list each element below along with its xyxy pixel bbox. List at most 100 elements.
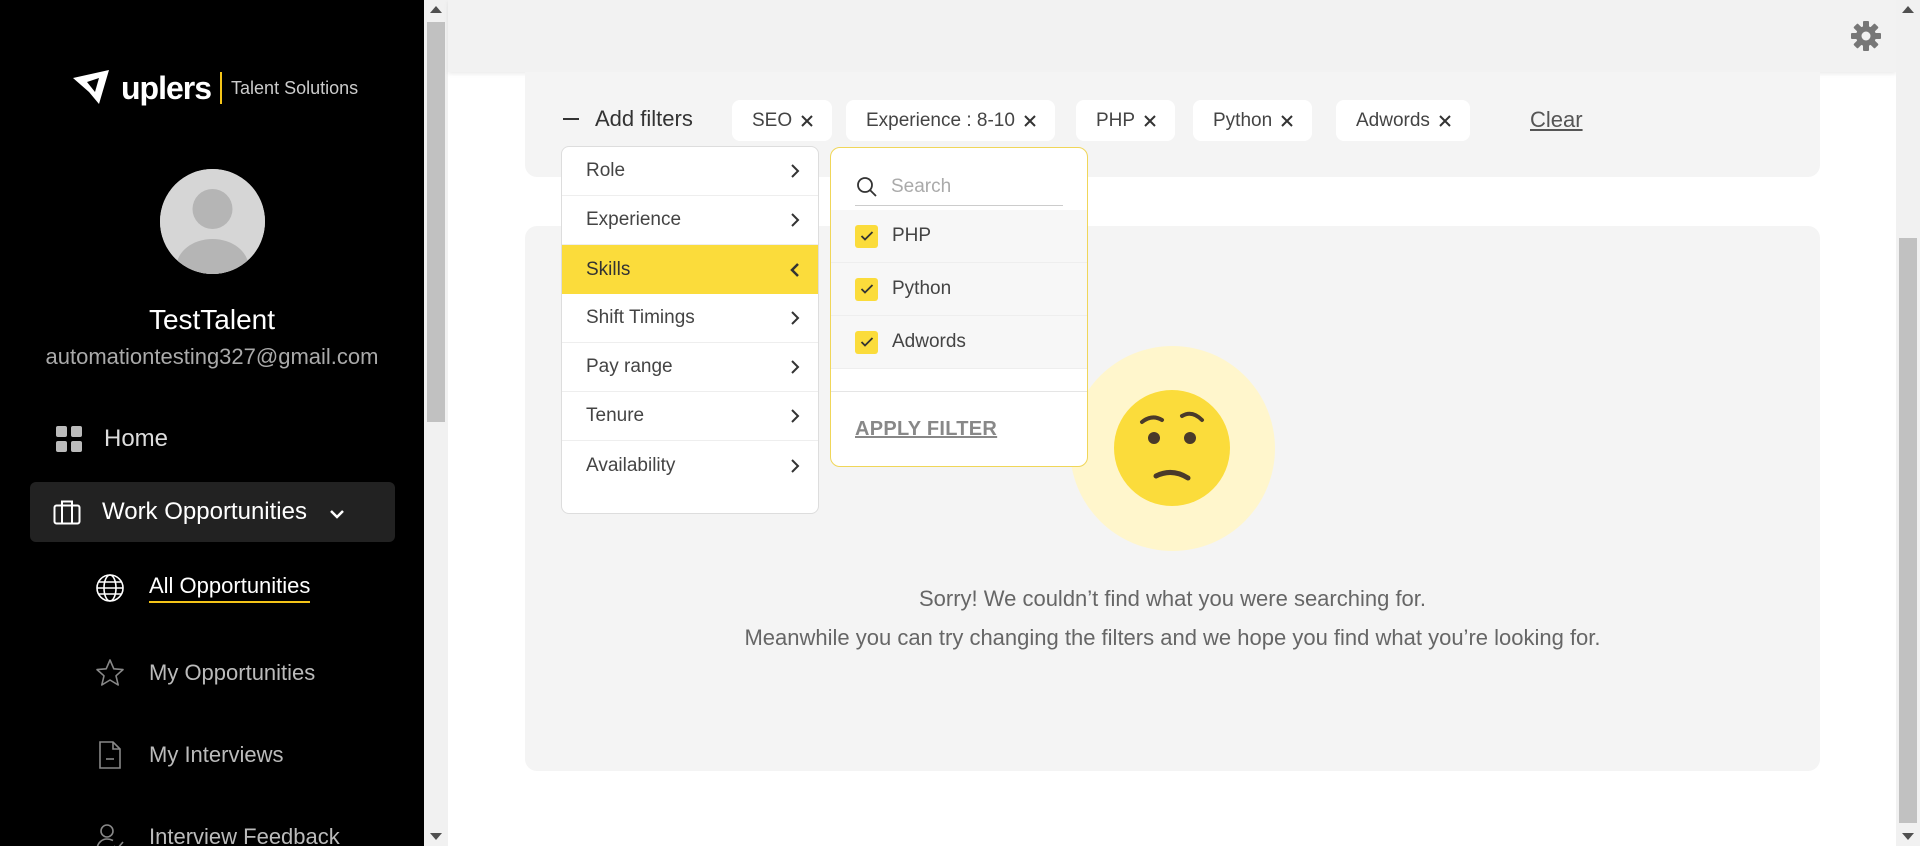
chip-label: PHP [1096, 109, 1136, 131]
globe-icon [95, 573, 125, 603]
nav-interview-feedback-label: Interview Feedback [149, 824, 340, 846]
nav-all-opportunities[interactable]: All Opportunities [95, 568, 311, 608]
nav-work-label: Work Opportunities [102, 498, 307, 525]
category-item-pay-range[interactable]: Pay range [562, 343, 818, 392]
user-check-icon [95, 822, 125, 846]
scroll-down-arrow-icon[interactable] [1902, 833, 1914, 840]
checkbox-checked[interactable] [855, 277, 878, 301]
category-label: Availability [586, 454, 676, 476]
filter-chip-python[interactable]: Python [1193, 100, 1313, 141]
category-label: Role [586, 160, 626, 181]
skill-option-adwords[interactable]: Adwords [831, 316, 1087, 369]
category-label: Tenure [586, 405, 645, 426]
chip-label: SEO [752, 109, 793, 131]
chevron-right-icon [791, 213, 800, 227]
category-item-role[interactable]: Role [562, 147, 818, 196]
nav-work-opportunities[interactable]: Work Opportunities [30, 482, 395, 542]
nav-my-opportunities-label: My Opportunities [149, 660, 316, 685]
gear-icon[interactable] [1850, 20, 1882, 52]
confused-face-icon [1114, 390, 1230, 506]
user-email: automationtesting327@gmail.com [45, 344, 379, 369]
chip-label: Experience : 8-10 [866, 109, 1015, 131]
nav-home-label: Home [104, 425, 169, 452]
sidebar: uplers Talent Solutions TestTalent autom… [0, 0, 424, 846]
logo-divider [220, 72, 223, 104]
nav-my-interviews[interactable]: My Interviews [95, 735, 283, 775]
brand-tagline: Talent Solutions [231, 77, 359, 98]
skill-option-label: PHP [892, 225, 932, 246]
category-label: Shift Timings [586, 307, 695, 328]
filter-chip-adwords[interactable]: Adwords [1336, 100, 1470, 141]
skill-option-python[interactable]: Python [831, 263, 1087, 316]
nav-home[interactable]: Home [54, 421, 168, 457]
add-filters-label: Add filters [595, 106, 693, 131]
avatar[interactable] [160, 169, 265, 274]
minus-icon [563, 118, 579, 120]
clear-filters-link[interactable]: Clear [1530, 107, 1583, 133]
scroll-up-arrow-icon[interactable] [430, 6, 442, 13]
skills-filter-panel: PHP Python Adwords APPLY FILTER [830, 147, 1088, 467]
nav-my-interviews-label: My Interviews [149, 742, 284, 767]
nav-interview-feedback[interactable]: Interview Feedback [95, 817, 340, 846]
chevron-left-icon [790, 262, 799, 277]
skill-search-input[interactable] [891, 175, 1051, 198]
filter-chip-seo[interactable]: SEO [732, 100, 833, 141]
close-icon[interactable] [1280, 114, 1294, 128]
page-scroll-thumb[interactable] [1899, 238, 1917, 823]
checkbox-checked[interactable] [855, 224, 878, 248]
empty-state-subtitle: Meanwhile you can try changing the filte… [744, 625, 1601, 650]
add-filters-toggle[interactable]: Add filters [563, 104, 693, 134]
category-item-availability[interactable]: Availability [562, 441, 818, 490]
skill-option-label: Adwords [892, 331, 966, 352]
chevron-right-icon [791, 360, 800, 374]
scroll-down-arrow-icon[interactable] [430, 833, 442, 840]
sidebar-scroll-thumb[interactable] [427, 22, 445, 422]
chip-label: Adwords [1356, 109, 1430, 131]
close-icon[interactable] [1438, 114, 1452, 128]
sidebar-scrollbar[interactable] [424, 0, 448, 846]
chevron-down-icon [329, 498, 345, 526]
check-icon [860, 284, 873, 294]
category-label: Pay range [586, 356, 673, 377]
close-icon[interactable] [1023, 114, 1037, 128]
skill-option-label: Python [892, 278, 952, 299]
category-item-experience[interactable]: Experience [562, 196, 818, 245]
star-icon [95, 658, 125, 688]
divider [831, 391, 1087, 392]
close-icon[interactable] [1143, 114, 1157, 128]
scroll-up-arrow-icon[interactable] [1902, 6, 1914, 13]
nav-all-opportunities-label: All Opportunities [149, 573, 311, 603]
user-name: TestTalent [148, 304, 276, 335]
uplers-logo[interactable]: uplers Talent Solutions [69, 68, 358, 108]
chevron-right-icon [791, 311, 800, 325]
briefcase-icon [52, 497, 82, 527]
chevron-right-icon [791, 409, 800, 423]
skill-option-php[interactable]: PHP [831, 210, 1087, 263]
skill-search[interactable] [855, 168, 1063, 206]
document-icon [95, 740, 125, 770]
category-item-tenure[interactable]: Tenure [562, 392, 818, 441]
chevron-right-icon [791, 458, 800, 473]
category-label: Experience [586, 209, 682, 230]
top-bar [448, 0, 1896, 72]
check-icon [860, 337, 873, 347]
brand-name: uplers [121, 69, 212, 106]
search-icon [857, 176, 877, 197]
category-label: Skills [586, 258, 631, 280]
chevron-right-icon [791, 164, 800, 178]
empty-state-title: Sorry! We couldn’t find what you were se… [918, 586, 1427, 611]
chip-label: Python [1213, 109, 1273, 131]
apply-filter-button[interactable]: APPLY FILTER [855, 418, 997, 441]
category-item-skills[interactable]: Skills [562, 245, 818, 294]
filter-chip-php[interactable]: PHP [1076, 100, 1176, 141]
nav-my-opportunities[interactable]: My Opportunities [95, 653, 315, 693]
page-scrollbar[interactable] [1896, 0, 1920, 846]
user-silhouette-icon [160, 169, 265, 274]
checkbox-checked[interactable] [855, 330, 878, 354]
check-icon [860, 231, 873, 241]
close-icon[interactable] [800, 114, 814, 128]
category-item-shift-timings[interactable]: Shift Timings [562, 294, 818, 343]
filter-chip-experience[interactable]: Experience : 8-10 [846, 100, 1055, 141]
filter-category-menu: Role Experience Skills Shift Timings Pay… [561, 146, 819, 514]
uplers-logo-icon [73, 70, 109, 104]
